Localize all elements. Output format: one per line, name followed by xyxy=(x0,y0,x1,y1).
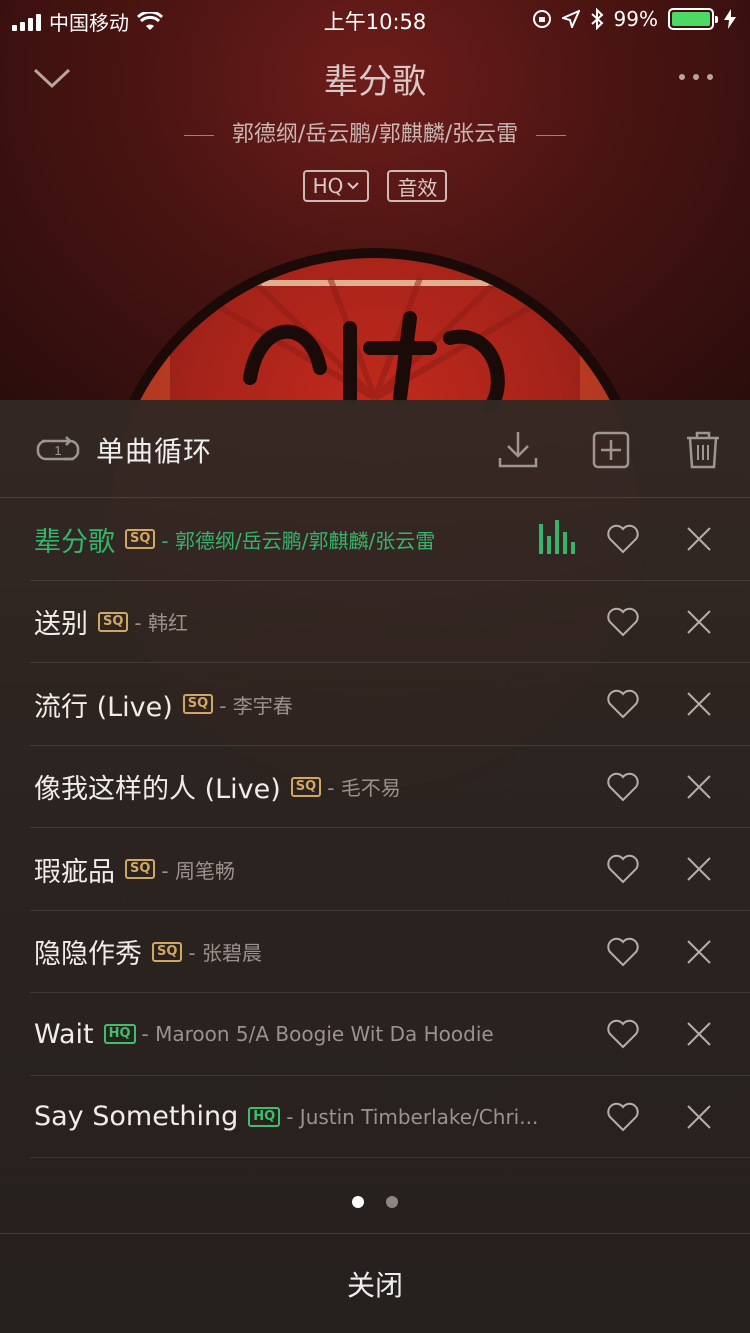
song-artist: - 周笔畅 xyxy=(161,858,235,883)
location-icon xyxy=(561,10,580,28)
play-mode-toggle[interactable]: 1 单曲循环 xyxy=(34,430,212,470)
heart-icon[interactable] xyxy=(606,854,640,884)
playlist-row[interactable]: 瑕疵品 SQ - 周笔畅 xyxy=(30,828,750,911)
heart-icon[interactable] xyxy=(606,937,640,967)
playlist-toolbar: 1 单曲循环 xyxy=(0,400,750,498)
heart-icon[interactable] xyxy=(606,772,640,802)
play-mode-label: 单曲循环 xyxy=(96,435,213,468)
quality-selector[interactable]: HQ xyxy=(302,170,370,202)
playlist-row-text: Say Something HQ - Justin Timberlake/Chri.… xyxy=(34,1076,550,1158)
close-icon[interactable] xyxy=(686,856,712,882)
song-name: 辈分歌 xyxy=(34,526,115,558)
playlist-row[interactable]: 送别 SQ - 韩红 xyxy=(30,581,750,663)
close-icon[interactable] xyxy=(686,691,712,717)
page-dot[interactable] xyxy=(352,1196,364,1208)
playlist-row[interactable]: 辈分歌 SQ - 郭德纲/岳云鹏/郭麒麟/张云雷 xyxy=(30,498,750,581)
heart-icon[interactable] xyxy=(606,1019,640,1049)
heart-icon[interactable] xyxy=(606,1102,640,1132)
playlist-row[interactable]: 流行 (Live) SQ - 李宇春 xyxy=(30,663,750,746)
now-playing-header: 辈分歌 郭德纲/岳云鹏/郭麒麟/张云雷 HQ 音效 xyxy=(0,50,750,210)
divider xyxy=(183,134,214,136)
repeat-one-icon: 1 xyxy=(36,436,80,461)
song-artist: - Maroon 5/A Boogie Wit Da Hoodie xyxy=(141,1022,494,1046)
song-artist: - 李宇春 xyxy=(219,693,293,718)
battery-icon xyxy=(668,8,718,30)
album-art-image xyxy=(110,275,640,418)
close-icon[interactable] xyxy=(686,609,712,635)
playlist-row-text: 瑕疵品 SQ - 周笔畅 xyxy=(34,828,550,910)
quality-label: HQ xyxy=(312,174,344,198)
playlist-row-text: 隐隐作秀 SQ - 张碧晨 xyxy=(34,911,550,993)
divider xyxy=(536,134,567,136)
song-name: 像我这样的人 (Live) xyxy=(34,774,281,805)
page-indicator xyxy=(0,1196,750,1208)
close-icon[interactable] xyxy=(686,939,712,965)
page-dot[interactable] xyxy=(386,1196,398,1208)
close-label: 关闭 xyxy=(346,1268,403,1302)
song-artist: - Justin Timberlake/Chri... xyxy=(286,1104,539,1129)
song-artist: - 张碧晨 xyxy=(188,941,262,965)
quality-badge: HQ xyxy=(248,1106,281,1127)
quality-badge: SQ xyxy=(125,529,156,549)
playlist-row-text: 像我这样的人 (Live) SQ - 毛不易 xyxy=(34,746,550,828)
add-to-playlist-icon[interactable] xyxy=(591,430,631,470)
status-bar: 中国移动 上午10:58 99% xyxy=(0,0,750,40)
song-artist: - 毛不易 xyxy=(327,776,401,800)
battery-percent: 99% xyxy=(613,7,658,31)
playlist-row[interactable]: Wait HQ - Maroon 5/A Boogie Wit Da Hoodie xyxy=(30,993,750,1076)
heart-icon[interactable] xyxy=(606,607,640,637)
bluetooth-icon xyxy=(590,8,603,30)
song-list: 辈分歌 SQ - 郭德纲/岳云鹏/郭麒麟/张云雷 送别 SQ - 韩红 流行 (Live) S… xyxy=(30,498,750,1158)
now-playing-title: 辈分歌 xyxy=(324,62,426,102)
song-name: 瑕疵品 xyxy=(34,856,115,888)
svg-text:1: 1 xyxy=(54,443,61,458)
song-artist: - 韩红 xyxy=(134,611,188,635)
quality-badge: SQ xyxy=(182,694,214,714)
sound-effects-button[interactable]: 音效 xyxy=(387,170,448,202)
quality-badge: SQ xyxy=(152,941,183,962)
quality-badge: HQ xyxy=(103,1024,136,1044)
playlist-row-text: 流行 (Live) SQ - 李宇春 xyxy=(34,663,550,745)
song-name: Say Something xyxy=(34,1101,239,1132)
close-icon[interactable] xyxy=(686,526,712,552)
playlist-row-text: Wait HQ - Maroon 5/A Boogie Wit Da Hoodie xyxy=(34,993,550,1075)
quality-badge: SQ xyxy=(125,859,156,879)
playlist-row[interactable]: 隐隐作秀 SQ - 张碧晨 xyxy=(30,911,750,993)
playlist-sheet: 1 单曲循环 辈分歌 SQ - 郭德纲/岳云鹏/郭麒麟/张云雷 送别 SQ - 韩红 流行 … xyxy=(0,400,750,1333)
playlist-row[interactable]: Say Something HQ - Justin Timberlake/Chri.… xyxy=(30,1076,750,1158)
song-name: 流行 (Live) xyxy=(34,691,173,723)
trash-icon[interactable] xyxy=(683,430,723,470)
quality-badge: SQ xyxy=(290,776,322,797)
song-name: 隐隐作秀 xyxy=(34,939,142,970)
playlist-row-text: 送别 SQ - 韩红 xyxy=(34,581,550,663)
rotation-lock-icon xyxy=(532,10,551,28)
close-icon[interactable] xyxy=(686,1021,712,1047)
song-name: 送别 xyxy=(34,609,88,640)
now-playing-equalizer-icon xyxy=(539,520,575,554)
heart-icon[interactable] xyxy=(606,689,640,719)
quality-badge: SQ xyxy=(98,611,129,632)
song-artist: - 郭德纲/岳云鹏/郭麒麟/张云雷 xyxy=(161,528,436,553)
chevron-down-icon xyxy=(347,182,360,190)
quality-tags: HQ 音效 xyxy=(0,170,750,202)
playlist-row-text: 辈分歌 SQ - 郭德纲/岳云鹏/郭麒麟/张云雷 xyxy=(34,498,550,580)
charging-icon xyxy=(724,9,736,29)
song-name: Wait xyxy=(34,1018,94,1050)
now-playing-artist-row: 郭德纲/岳云鹏/郭麒麟/张云雷 xyxy=(0,116,750,148)
now-playing-artist: 郭德纲/岳云鹏/郭麒麟/张云雷 xyxy=(231,122,519,147)
close-icon[interactable] xyxy=(686,1104,712,1130)
download-icon[interactable] xyxy=(498,430,538,470)
sound-effects-label: 音效 xyxy=(397,175,438,200)
more-icon[interactable] xyxy=(676,62,716,92)
playlist-row[interactable]: 像我这样的人 (Live) SQ - 毛不易 xyxy=(30,746,750,828)
heart-icon[interactable] xyxy=(606,524,640,554)
close-button[interactable]: 关闭 xyxy=(0,1233,750,1333)
close-icon[interactable] xyxy=(686,774,712,800)
